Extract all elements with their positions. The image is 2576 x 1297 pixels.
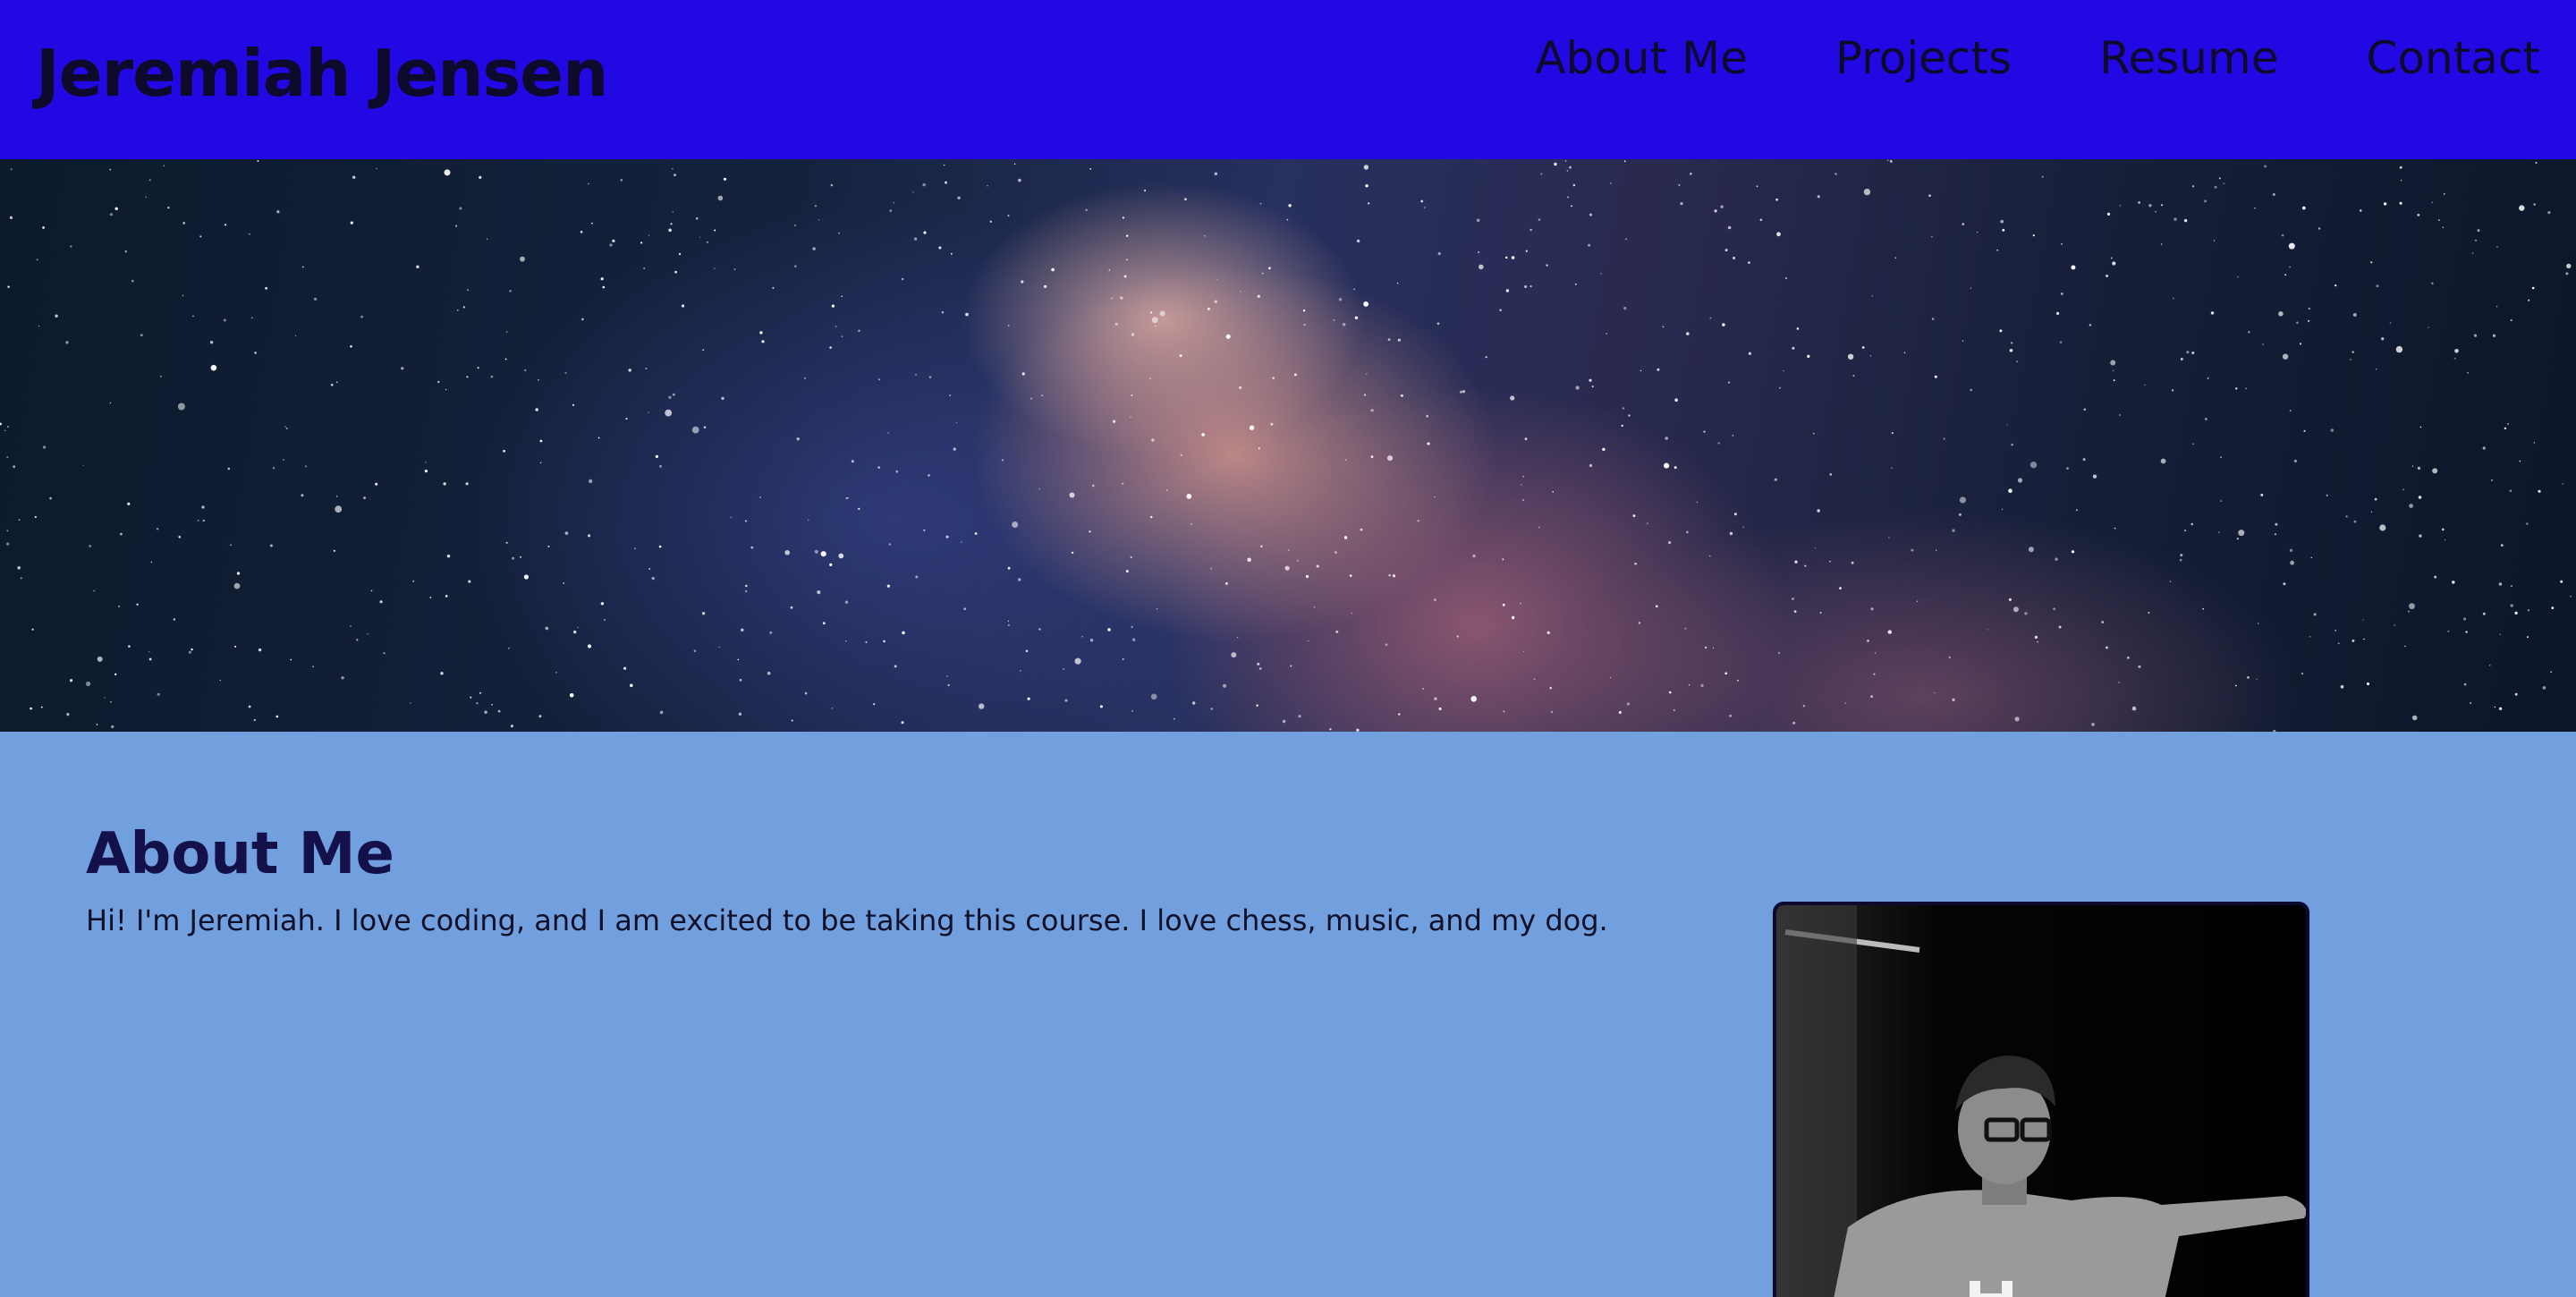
profile-photo xyxy=(1773,902,2309,1297)
about-heading: About Me xyxy=(86,821,394,887)
nav-link-about-me[interactable]: About Me xyxy=(1535,32,1748,84)
main-nav: About Me Projects Resume Contact xyxy=(1535,32,2540,84)
nav-link-contact[interactable]: Contact xyxy=(2366,32,2540,84)
profile-photo-graphic xyxy=(1776,905,2306,1297)
site-header: Jeremiah Jensen About Me Projects Resume… xyxy=(0,0,2576,159)
nav-link-resume[interactable]: Resume xyxy=(2099,32,2278,84)
hero-banner-image xyxy=(0,159,2576,732)
starfield-graphic xyxy=(0,159,2572,732)
about-text: Hi! I'm Jeremiah. I love coding, and I a… xyxy=(86,903,1608,937)
site-title: Jeremiah Jensen xyxy=(36,36,608,111)
nav-link-projects[interactable]: Projects xyxy=(1835,32,2012,84)
about-section: About Me Hi! I'm Jeremiah. I love coding… xyxy=(0,732,2576,1297)
